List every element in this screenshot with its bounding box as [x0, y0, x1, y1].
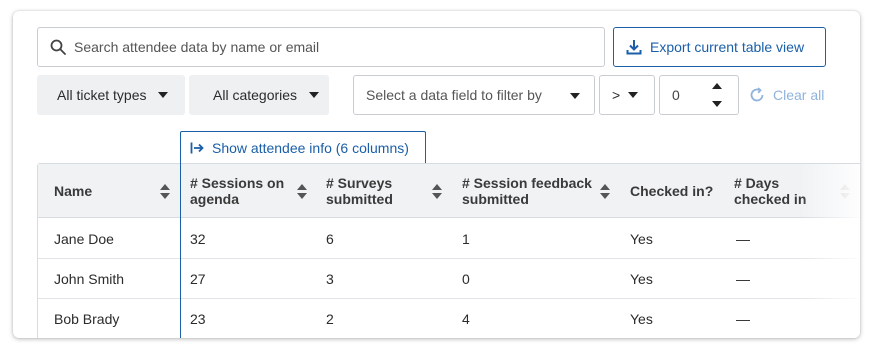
reset-icon: [750, 87, 764, 102]
column-header-days[interactable]: # Days checked in: [734, 164, 824, 218]
attendee-table: Name # Sessions on agenda # Surveys subm…: [37, 143, 860, 338]
sort-icon[interactable]: [160, 184, 170, 200]
sort-icon[interactable]: [840, 184, 850, 200]
search-icon: [50, 39, 66, 55]
sort-icon[interactable]: [600, 184, 610, 200]
ticket-types-dropdown[interactable]: All ticket types: [37, 75, 185, 115]
cell-feedback: 0: [462, 271, 470, 287]
chevron-down-icon: [309, 92, 320, 98]
table-header: Name # Sessions on agenda # Surveys subm…: [38, 164, 860, 218]
cell-sessions: 23: [190, 311, 206, 327]
filter-value-input[interactable]: 0: [659, 75, 739, 115]
column-header-label: # Sessions on: [190, 175, 285, 191]
table-row[interactable]: John Smith 27 3 0 Yes —: [38, 259, 860, 299]
column-header-sessions[interactable]: # Sessions on agenda: [190, 164, 300, 218]
column-header-label: Name: [54, 183, 93, 199]
cell-checked-in: Yes: [630, 311, 653, 327]
operator-value: >: [612, 87, 621, 103]
cell-surveys: 3: [326, 271, 334, 287]
cell-checked-in: Yes: [630, 231, 653, 247]
decrement-icon[interactable]: [712, 101, 722, 107]
table-row[interactable]: Jane Doe 32 6 1 Yes —: [38, 219, 860, 259]
cell-sessions: 27: [190, 271, 206, 287]
clear-all-button[interactable]: Clear all: [749, 75, 824, 115]
categories-label: All categories: [213, 87, 298, 103]
cell-surveys: 6: [326, 231, 334, 247]
sort-icon[interactable]: [297, 184, 307, 200]
column-header-feedback[interactable]: # Session feedback submitted: [462, 164, 602, 218]
export-button[interactable]: Export current table view: [613, 27, 826, 67]
data-field-placeholder: Select a data field to filter by: [366, 87, 542, 103]
column-header-label: # Surveys: [326, 175, 393, 191]
frozen-column-divider: [180, 143, 181, 338]
clear-all-label: Clear all: [773, 87, 825, 103]
column-header-name[interactable]: Name: [54, 164, 92, 218]
column-header-label: submitted: [326, 191, 393, 207]
column-header-surveys[interactable]: # Surveys submitted: [326, 164, 436, 218]
cell-days: —: [736, 311, 750, 327]
column-header-label: checked in: [734, 191, 807, 207]
download-icon: [626, 40, 642, 55]
show-attendee-info-button[interactable]: Show attendee info (6 columns): [180, 131, 426, 163]
cell-name: Bob Brady: [54, 311, 120, 327]
cell-checked-in: Yes: [630, 271, 653, 287]
operator-select[interactable]: >: [599, 75, 655, 115]
column-header-label: # Session feedback: [462, 175, 592, 191]
cell-feedback: 4: [462, 311, 470, 327]
search-box[interactable]: [37, 27, 605, 67]
chevron-down-icon: [628, 92, 639, 98]
attendee-data-card: Export current table view All ticket typ…: [13, 11, 860, 338]
cell-name: John Smith: [54, 271, 125, 287]
cell-days: —: [736, 231, 750, 247]
chevron-down-icon: [158, 92, 169, 98]
column-header-label: # Days: [734, 175, 780, 191]
increment-icon[interactable]: [712, 83, 722, 89]
data-field-select[interactable]: Select a data field to filter by: [353, 75, 595, 115]
column-header-label: submitted: [462, 191, 529, 207]
table-row[interactable]: Bob Brady 23 2 4 Yes —: [38, 299, 860, 338]
export-button-label: Export current table view: [650, 39, 805, 55]
expand-right-icon: [190, 142, 204, 153]
value-stepper: [706, 80, 730, 112]
sort-icon[interactable]: [432, 184, 442, 200]
cell-feedback: 1: [462, 231, 470, 247]
ticket-types-label: All ticket types: [57, 87, 147, 103]
search-input[interactable]: [74, 39, 554, 55]
column-header-label: Checked in?: [630, 183, 714, 199]
categories-dropdown[interactable]: All categories: [189, 75, 329, 115]
cell-surveys: 2: [326, 311, 334, 327]
show-attendee-info-label: Show attendee info (6 columns): [212, 139, 409, 156]
filter-value: 0: [672, 87, 680, 103]
column-header-checked-in[interactable]: Checked in?: [630, 164, 713, 218]
cell-days: —: [736, 271, 750, 287]
column-header-label: agenda: [190, 191, 240, 207]
cell-sessions: 32: [190, 231, 206, 247]
cell-name: Jane Doe: [54, 231, 114, 247]
chevron-down-icon: [570, 93, 580, 99]
